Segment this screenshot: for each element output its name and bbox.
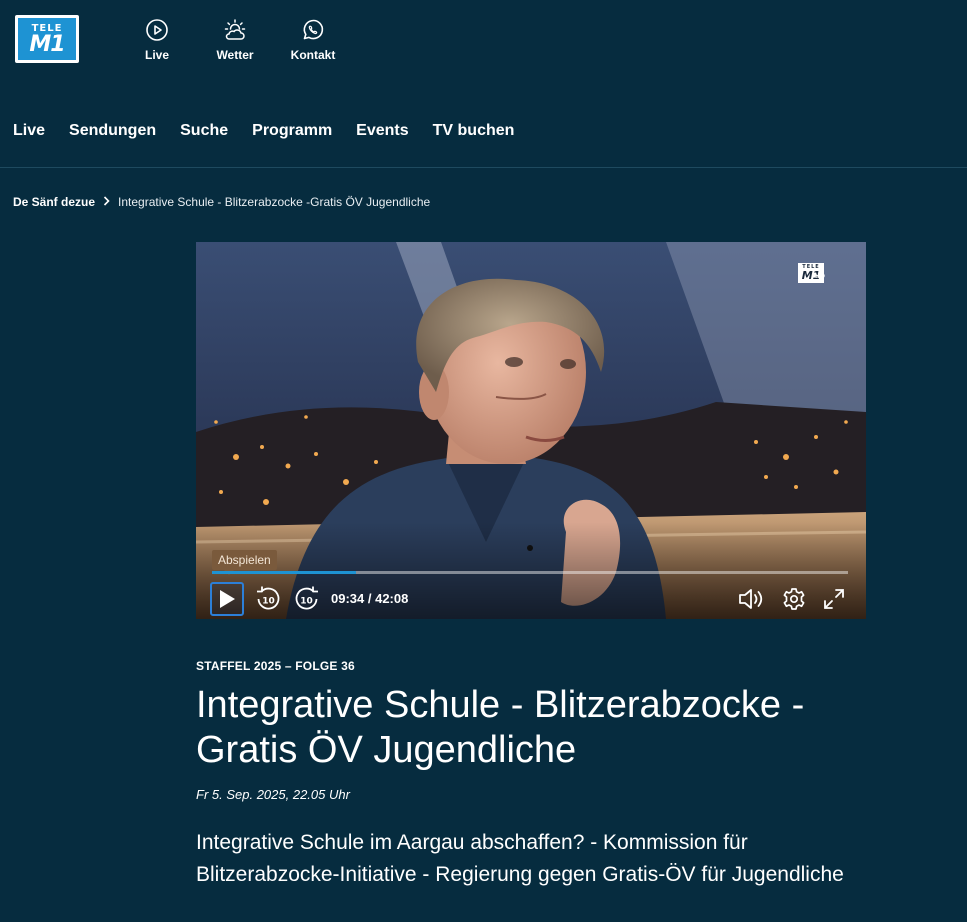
header-divider [0,167,967,168]
nav-item-live[interactable]: Live [13,122,45,140]
episode-title: Integrative Schule - Blitzerabzocke -Gra… [196,684,805,771]
quick-link-live[interactable]: Live [118,18,196,62]
progress-bar[interactable] [212,571,848,574]
whatsapp-icon [303,19,324,40]
forward-seconds-label: 10 [300,597,313,607]
play-circle-icon [146,19,168,41]
play-icon [220,590,235,608]
quick-link-label: Live [144,48,169,62]
forward-10-icon: 10 [295,586,318,610]
quick-link-contact[interactable]: Kontakt [274,18,352,62]
hd-badge: HD [814,273,825,280]
episode-info: STAFFEL 2025 – FOLGE 36 Integrative Schu… [196,659,876,891]
volume-icon [739,589,763,609]
quick-link-weather[interactable]: Wetter [196,18,274,62]
settings-gear-icon [783,588,805,610]
nav-item-programm[interactable]: Programm [252,122,332,140]
fullscreen-icon [824,589,844,609]
logo-text-m1: M1 [29,31,65,57]
video-frame [196,242,866,619]
season-episode-label: STAFFEL 2025 – FOLGE 36 [196,659,355,673]
logo-mark: TELE M1 [18,18,76,60]
play-tooltip: Abspielen [212,550,277,575]
fullscreen-button[interactable] [822,587,846,611]
breadcrumb-parent-link[interactable]: De Sänf dezue [13,195,95,209]
chevron-right-icon [103,195,110,209]
breadcrumb: De Sänf dezue Integrative Schule - Blitz… [13,195,430,209]
nav-item-events[interactable]: Events [356,122,408,140]
weather-sun-cloud-icon [224,19,246,40]
quick-link-label: Wetter [216,48,254,62]
play-button[interactable] [210,582,244,616]
forward-10-button[interactable]: 10 [293,585,321,613]
main-navigation: Live Sendungen Suche Programm Events TV … [13,122,514,140]
air-date: Fr 5. Sep. 2025, 22.05 Uhr [196,787,350,802]
volume-button[interactable] [738,587,766,611]
top-quick-links: Live Wetter Kontakt [118,18,352,62]
video-player[interactable]: TELE M1 HD Abspielen 10 10 09:34 / 42:08 [196,242,866,619]
quick-link-label: Kontakt [290,48,336,62]
rewind-seconds-label: 10 [262,597,275,607]
playback-time: 09:34 / 42:08 [331,591,409,606]
rewind-10-button[interactable]: 10 [254,585,282,613]
nav-item-suche[interactable]: Suche [180,122,228,140]
nav-item-tv-buchen[interactable]: TV buchen [433,122,515,140]
nav-item-sendungen[interactable]: Sendungen [69,122,156,140]
progress-bar-fill [212,571,357,574]
telem1-logo[interactable]: TELE M1 [15,15,79,63]
breadcrumb-current: Integrative Schule - Blitzerabzocke -Gra… [118,195,431,209]
episode-lead: Integrative Schule im Aargau abschaffen?… [196,831,844,886]
rewind-10-icon: 10 [257,586,280,610]
settings-button[interactable] [782,587,806,611]
